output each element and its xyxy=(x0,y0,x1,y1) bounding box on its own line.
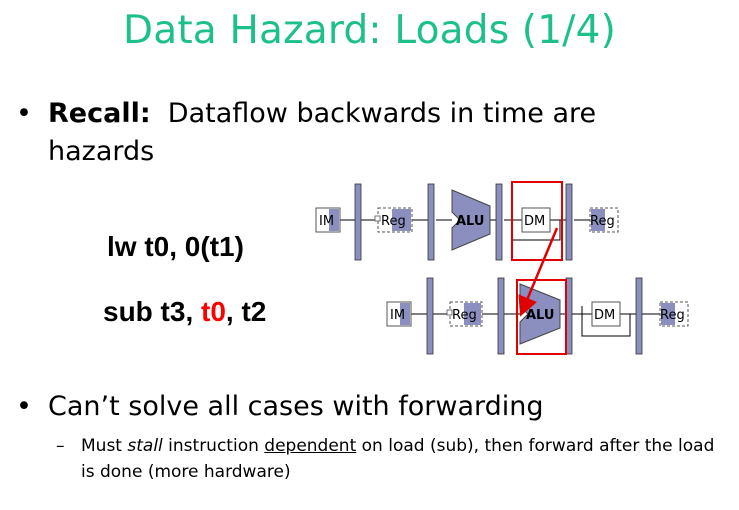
reg-read-stage: Reg xyxy=(446,301,483,327)
sub-text-1: Must xyxy=(81,436,128,456)
pipeline-register xyxy=(635,277,643,355)
stage-label-alu: ALU xyxy=(456,214,484,229)
stage-label-reg-read: Reg xyxy=(452,308,477,323)
sub-text-2: instruction xyxy=(162,436,265,456)
pipeline-register xyxy=(426,277,434,355)
dependent-word: dependent xyxy=(264,436,357,456)
stage-label-reg-write: Reg xyxy=(660,308,685,323)
stage-label-reg-read: Reg xyxy=(381,214,406,229)
sub-bullet-text: Must stall instruction dependent on load… xyxy=(81,433,726,485)
im-stage: IM xyxy=(386,301,412,327)
pipeline-register xyxy=(565,183,573,261)
pipeline-register xyxy=(495,183,503,261)
stage-label-im: IM xyxy=(319,214,334,229)
pipeline-register xyxy=(427,183,435,261)
stage-label-dm: DM xyxy=(594,308,615,323)
pipeline-register xyxy=(497,277,505,355)
pipeline-register xyxy=(354,183,362,261)
stall-word: stall xyxy=(127,436,163,456)
reg-read-stage: Reg xyxy=(374,207,413,233)
reg-write-stage: Reg xyxy=(589,207,619,233)
stage-label-im: IM xyxy=(390,308,405,323)
dm-stage: DM xyxy=(591,301,621,327)
pipeline-row-lw: IM Reg ALU DM Reg xyxy=(315,181,619,261)
im-stage: IM xyxy=(315,207,341,233)
sub-bullet-marker: – xyxy=(56,436,65,456)
stage-label-reg-write: Reg xyxy=(590,214,615,229)
alu-stage: ALU xyxy=(451,189,491,251)
stage-label-dm: DM xyxy=(524,214,545,229)
bullet-marker: • xyxy=(16,391,32,422)
bullet-text: Can’t solve all cases with forwarding xyxy=(48,391,544,422)
dm-stage: DM xyxy=(521,207,551,233)
pipeline-row-sub: IM Reg ALU DM Reg xyxy=(386,277,689,355)
reg-write-stage: Reg xyxy=(659,301,689,327)
stage-label-alu: ALU xyxy=(526,308,554,323)
alu-stage: ALU xyxy=(519,283,561,345)
